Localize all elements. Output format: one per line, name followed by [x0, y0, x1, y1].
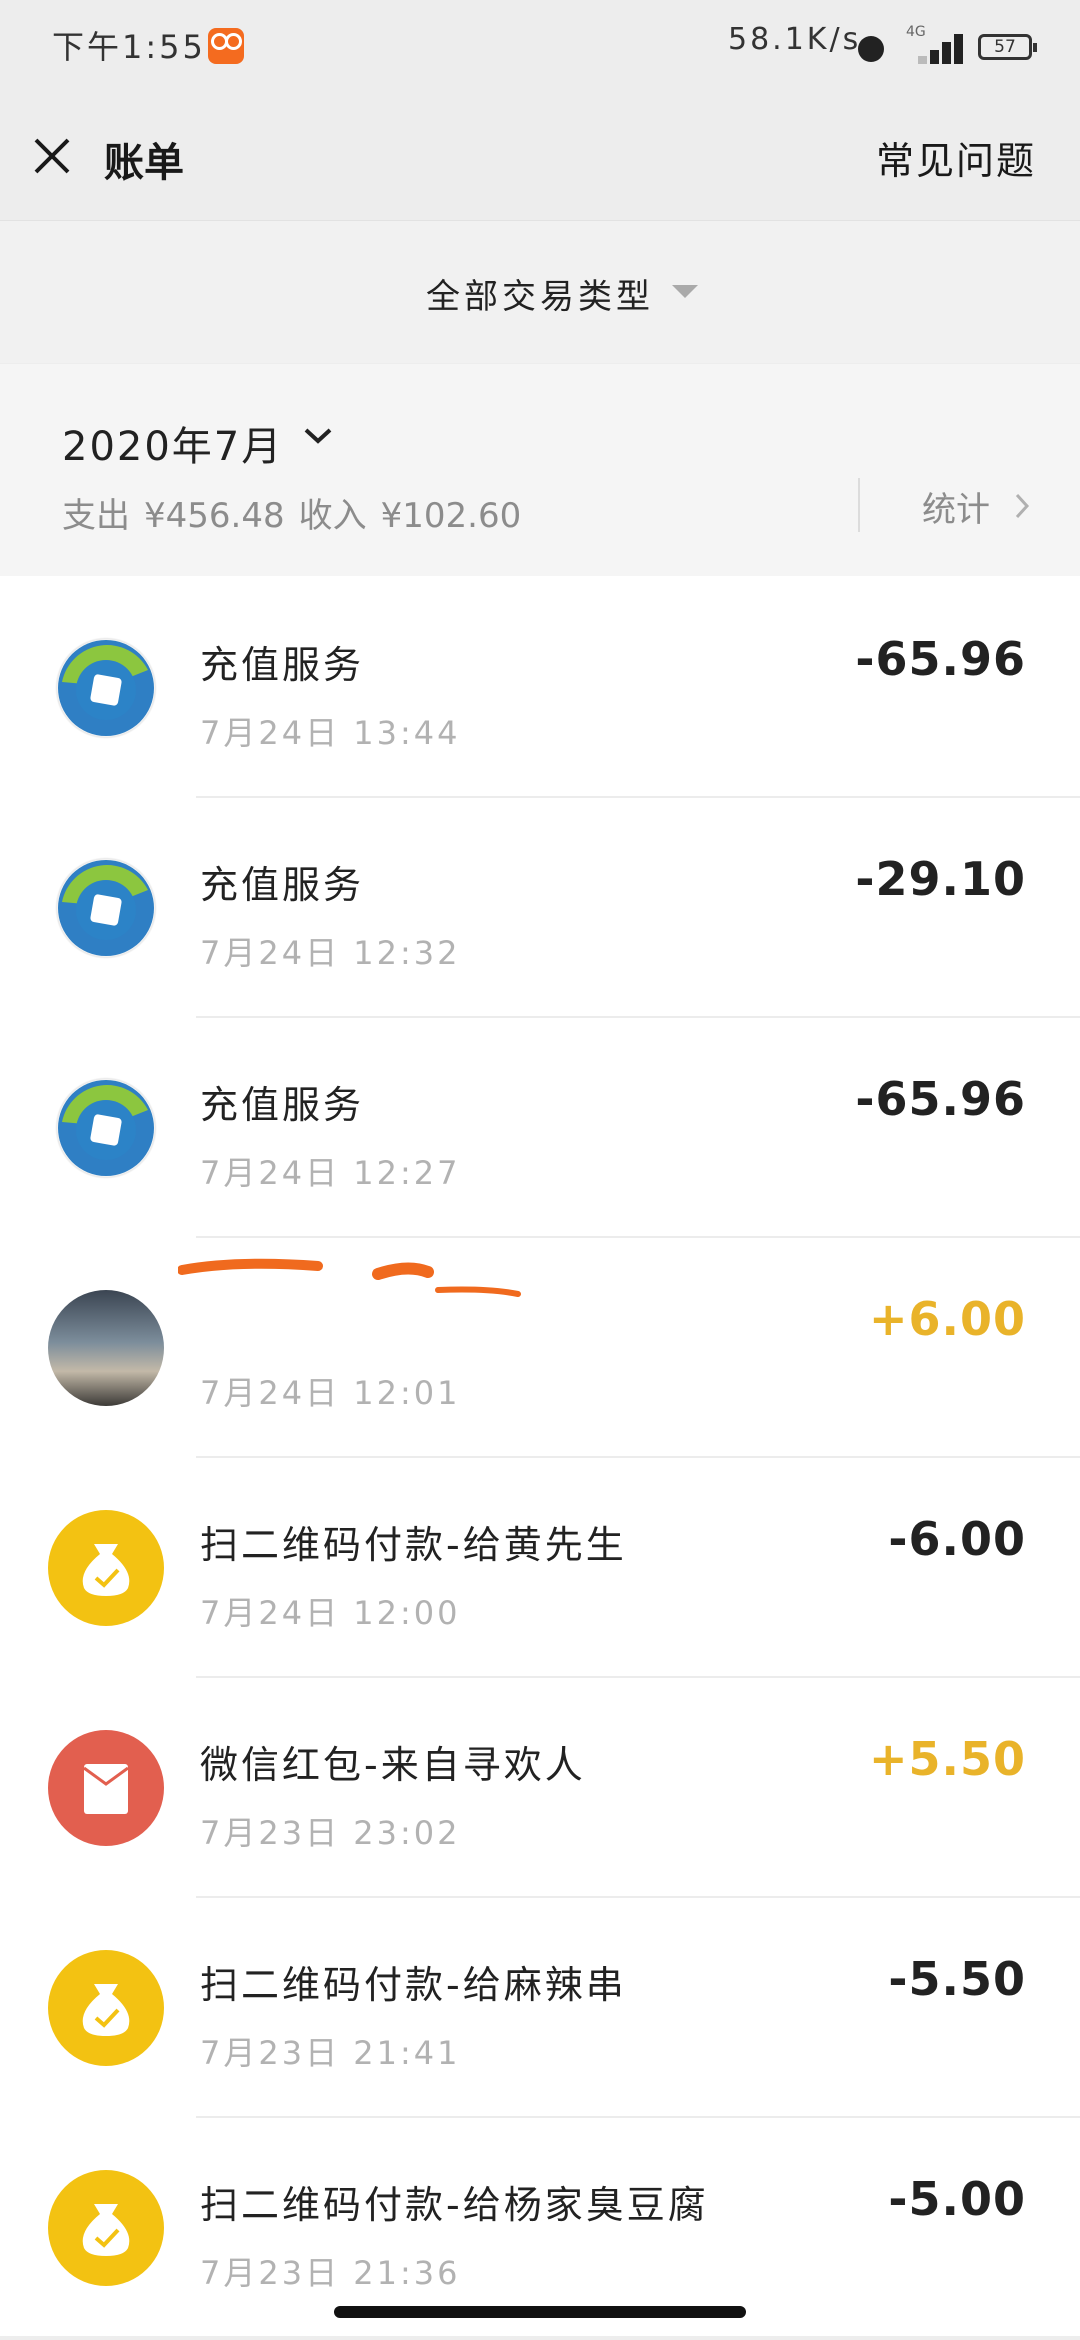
page-title: 账单 [104, 140, 184, 186]
signal-icon [898, 30, 964, 64]
home-indicator[interactable] [334, 2306, 746, 2318]
transaction-time: 7月23日 21:41 [200, 2034, 461, 2072]
transaction-title: 扫二维码付款-给麻辣串 [200, 1963, 627, 2007]
transaction-list: 充值服务 7月24日 13:44 -65.96 充值服务 7月24日 12:32… [0, 576, 1080, 2336]
transaction-row[interactable]: 扫二维码付款-给杨家臭豆腐 7月23日 21:36 -5.00 [0, 2116, 1080, 2336]
transaction-amount: +5.50 [868, 1732, 1026, 1786]
transaction-title: 充值服务 [200, 643, 365, 687]
transaction-amount: -6.00 [888, 1512, 1026, 1566]
status-bar: 下午1:55 58.1K/s 4G 57 [0, 0, 1080, 92]
transaction-time: 7月24日 13:44 [200, 714, 461, 752]
caret-down-icon [672, 285, 698, 298]
income-total: ¥102.60 [380, 496, 522, 536]
status-time: 下午1:55 [52, 28, 206, 66]
expense-total: ¥456.48 [144, 496, 285, 536]
red-packet-icon [48, 1730, 164, 1846]
redaction-mark [178, 1258, 521, 1297]
transaction-title: 扫二维码付款-给黄先生 [200, 1523, 627, 1567]
money-bag-icon [48, 1510, 164, 1626]
close-icon[interactable] [28, 132, 76, 180]
header: 账单 常见问题 [0, 92, 1080, 220]
income-label: 收入 [298, 496, 367, 536]
transaction-time: 7月23日 23:02 [200, 1814, 461, 1852]
transaction-time: 7月24日 12:27 [200, 1154, 461, 1192]
chevron-down-icon[interactable] [302, 426, 334, 446]
transaction-time: 7月24日 12:32 [200, 934, 461, 972]
stats-link[interactable]: 统计 [922, 482, 990, 531]
transaction-amount: -29.10 [855, 852, 1026, 906]
transaction-row[interactable]: 扫二维码付款-给黄先生 7月24日 12:00 -6.00 [0, 1456, 1080, 1676]
transaction-time: 7月24日 12:00 [200, 1594, 461, 1632]
recharge-service-icon [48, 1070, 164, 1186]
faq-link[interactable]: 常见问题 [876, 130, 1036, 185]
transaction-title: 充值服务 [200, 1083, 365, 1127]
month-selector[interactable]: 2020年7月 [62, 414, 283, 472]
month-summary: 2020年7月 支出 ¥456.48 收入 ¥102.60 统计 [0, 364, 1080, 576]
recharge-service-icon [48, 630, 164, 746]
app-notification-icon [208, 28, 244, 64]
transaction-time: 7月24日 12:01 [200, 1374, 461, 1412]
transaction-row[interactable]: 扫二维码付款-给麻辣串 7月23日 21:41 -5.50 [0, 1896, 1080, 2116]
filter-label: 全部交易类型 [426, 277, 654, 317]
transaction-amount: -5.50 [888, 1952, 1026, 2006]
transaction-amount: -65.96 [855, 1072, 1026, 1126]
chevron-right-icon[interactable] [1014, 492, 1030, 520]
transaction-amount: -65.96 [855, 632, 1026, 686]
battery-icon: 57 [978, 34, 1037, 60]
transaction-amount: +6.00 [868, 1292, 1026, 1346]
recharge-service-icon [48, 850, 164, 966]
transaction-type-filter[interactable]: 全部交易类型 [0, 220, 1080, 363]
divider [858, 478, 860, 532]
money-bag-icon [48, 1950, 164, 2066]
transaction-title: 扫二维码付款-给杨家臭豆腐 [200, 2183, 709, 2227]
transaction-row[interactable]: 充值服务 7月24日 12:32 -29.10 [0, 796, 1080, 1016]
network-speed: 58.1K/s [728, 22, 862, 57]
transaction-amount: -5.00 [888, 2172, 1026, 2226]
transaction-title: 微信红包-来自寻欢人 [200, 1743, 586, 1787]
transaction-row[interactable]: 7月24日 12:01 +6.00 [0, 1236, 1080, 1456]
transaction-title: 充值服务 [200, 863, 365, 907]
alarm-icon [858, 36, 884, 62]
expense-label: 支出 [62, 496, 130, 536]
transaction-row[interactable]: 微信红包-来自寻欢人 7月23日 23:02 +5.50 [0, 1676, 1080, 1896]
transaction-row[interactable]: 充值服务 7月24日 12:27 -65.96 [0, 1016, 1080, 1236]
user-avatar-photo [48, 1290, 164, 1406]
transaction-time: 7月23日 21:36 [200, 2254, 461, 2292]
month-totals: 支出 ¥456.48 收入 ¥102.60 [62, 488, 535, 537]
money-bag-icon [48, 2170, 164, 2286]
transaction-row[interactable]: 充值服务 7月24日 13:44 -65.96 [0, 576, 1080, 796]
